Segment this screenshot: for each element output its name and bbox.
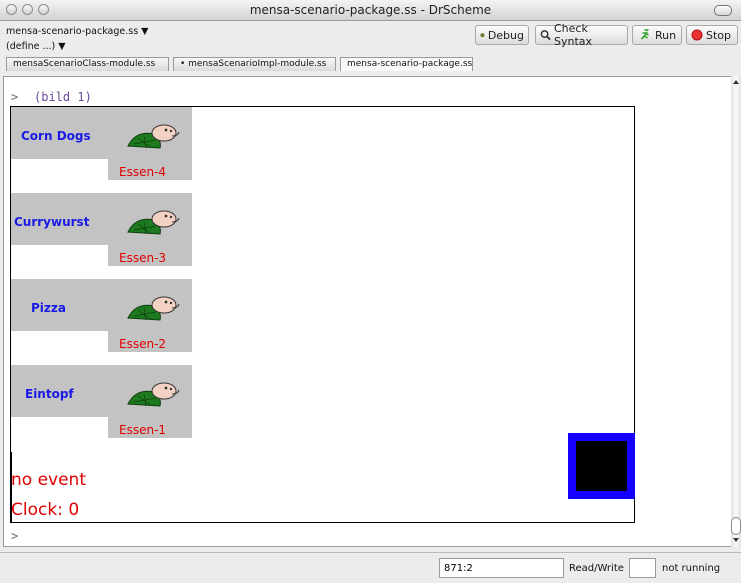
food-item: Eintopf Essen-1 <box>11 365 192 438</box>
scroll-up-arrow-icon[interactable] <box>732 78 740 86</box>
run-label: Run <box>655 28 677 42</box>
tab-bar: mensaScenarioClass-module.ss • mensaScen… <box>0 57 741 71</box>
tab-mensa-scenario-class[interactable]: mensaScenarioClass-module.ss <box>6 57 169 71</box>
scroll-down-arrow-icon[interactable] <box>732 536 740 544</box>
running-state-label: not running <box>662 563 721 574</box>
running-man-icon <box>640 29 649 40</box>
turtle-icon <box>127 382 180 407</box>
turtle-icon <box>127 124 180 149</box>
window-title: mensa-scenario-package.ss - DrScheme <box>249 3 492 17</box>
food-label: Essen-4 <box>119 165 167 179</box>
food-name: Pizza <box>31 301 66 315</box>
black-square-inner <box>576 441 627 491</box>
read-write-label: Read/Write <box>569 563 624 574</box>
turtle-icon <box>127 296 180 321</box>
debug-button[interactable]: Debug <box>475 25 529 45</box>
food-label: Essen-2 <box>119 337 167 351</box>
status-bar: 871:2 Read/Write not running <box>0 552 741 583</box>
debug-label: Debug <box>487 28 524 42</box>
title-bar: mensa-scenario-package.ss - DrScheme <box>0 0 741 21</box>
event-text: no event <box>11 470 86 490</box>
stop-button[interactable]: Stop <box>686 25 738 45</box>
run-button[interactable]: Run <box>632 25 682 45</box>
clock-text: Clock: 0 <box>11 500 80 520</box>
modified-indicator <box>629 558 656 578</box>
scroll-thumb[interactable] <box>731 517 741 535</box>
vertical-scrollbar[interactable] <box>731 76 741 547</box>
repl-command: (bild 1) <box>34 90 92 104</box>
blue-black-square <box>568 433 635 499</box>
food-name: Eintopf <box>25 387 74 401</box>
bug-icon <box>480 33 485 38</box>
define-popup-menu[interactable]: (define ...) ▼ <box>6 41 66 52</box>
stop-label: Stop <box>706 28 732 42</box>
stop-icon <box>691 29 703 41</box>
food-label: Essen-1 <box>119 423 167 437</box>
food-item: Corn Dogs Essen-4 <box>11 107 192 180</box>
toolbar: mensa-scenario-package.ss ▼ (define ...)… <box>0 21 741 58</box>
check-syntax-label: Check Syntax <box>553 22 593 48</box>
turtle-icon <box>127 210 180 235</box>
check-syntax-button[interactable]: Check Syntax <box>535 22 628 48</box>
food-name: Corn Dogs <box>21 129 91 143</box>
food-label: Essen-3 <box>119 251 167 265</box>
food-item: Currywurst Essen-3 <box>11 193 192 266</box>
magnifier-icon <box>540 30 551 41</box>
repl-prompt: > <box>11 90 19 104</box>
cursor-position-field: 871:2 <box>439 558 564 578</box>
file-popup-menu[interactable]: mensa-scenario-package.ss ▼ <box>6 26 149 37</box>
toolbar-toggle-button[interactable] <box>714 5 732 16</box>
tab-mensa-scenario-impl[interactable]: • mensaScenarioImpl-module.ss <box>173 57 336 71</box>
tab-mensa-scenario-package[interactable]: mensa-scenario-package.ss <box>340 57 473 71</box>
food-name: Currywurst <box>14 215 90 229</box>
repl-prompt-next: > <box>11 529 19 543</box>
food-item: Pizza Essen-2 <box>11 279 192 352</box>
